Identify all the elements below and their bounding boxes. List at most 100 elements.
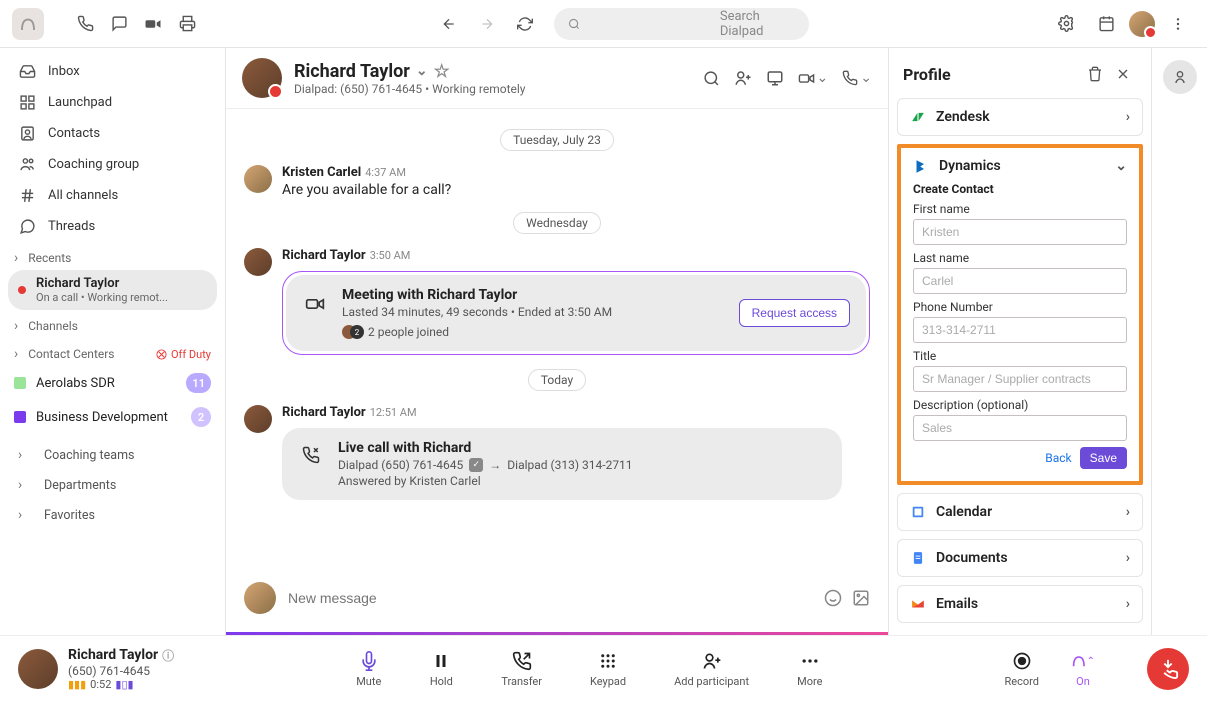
section-channels[interactable]: ›Channels — [8, 310, 217, 338]
more-icon[interactable] — [1161, 7, 1195, 41]
more-button[interactable]: More — [797, 649, 822, 688]
search-icon[interactable] — [703, 70, 720, 87]
search-input[interactable]: Search Dialpad — [554, 8, 810, 40]
user-avatar[interactable] — [1129, 11, 1155, 37]
control-label: Keypad — [590, 675, 626, 688]
back-button[interactable]: Back — [1045, 451, 1071, 465]
record-button[interactable]: Record — [1005, 649, 1039, 688]
channel-bizdev[interactable]: Business Development2 — [8, 400, 217, 434]
phone-input[interactable] — [913, 317, 1127, 343]
integration-zendesk[interactable]: Zendesk› — [897, 98, 1143, 136]
meeting-card: Meeting with Richard Taylor Lasted 34 mi… — [282, 271, 870, 355]
create-contact-label: Create Contact — [913, 182, 1127, 196]
integration-documents[interactable]: Documents› — [897, 539, 1143, 577]
meeting-title: Meeting with Richard Taylor — [342, 287, 725, 303]
date-divider: Wednesday — [513, 212, 601, 234]
sidebar-item-favorites[interactable]: ›Favorites — [8, 500, 217, 530]
add-person-icon[interactable] — [734, 69, 752, 87]
first-name-label: First name — [913, 202, 1127, 216]
mute-button[interactable]: Mute — [356, 649, 381, 688]
video-dropdown[interactable]: ⌄ — [798, 70, 829, 87]
conversation-panel: Richard Taylor⌄☆ Dialpad: (650) 761-4645… — [226, 48, 889, 635]
last-name-input[interactable] — [913, 268, 1127, 294]
screen-share-icon[interactable] — [766, 69, 784, 87]
chevron-right-icon: › — [1126, 504, 1130, 520]
keypad-button[interactable]: Keypad — [590, 649, 626, 688]
back-icon[interactable] — [432, 7, 466, 41]
phone-label: Phone Number — [913, 300, 1127, 314]
desc-input[interactable] — [913, 415, 1127, 441]
call-dropdown[interactable]: ⌄ — [842, 70, 872, 86]
chevron-right-icon: › — [18, 477, 32, 493]
settings-icon[interactable] — [1049, 7, 1083, 41]
print-icon[interactable] — [170, 7, 204, 41]
hangup-button[interactable] — [1147, 648, 1189, 690]
channel-aerolabs[interactable]: Aerolabs SDR11 — [8, 366, 217, 400]
call-from: Dialpad (650) 761-4645 — [338, 458, 463, 472]
transfer-icon — [510, 649, 534, 673]
sidebar-item-threads[interactable]: Threads — [8, 211, 217, 242]
video-icon[interactable] — [136, 7, 170, 41]
message-icon[interactable] — [102, 7, 136, 41]
status-dot-icon — [18, 286, 26, 294]
video-icon — [302, 291, 328, 317]
chevron-right-icon: › — [14, 250, 18, 266]
phone-icon[interactable] — [68, 7, 102, 41]
pause-icon — [429, 649, 453, 673]
dynamics-icon — [913, 158, 929, 174]
refresh-icon[interactable] — [508, 7, 542, 41]
sidebar-item-departments[interactable]: ›Departments — [8, 470, 217, 500]
image-icon[interactable] — [852, 589, 870, 607]
participants-column — [1151, 48, 1207, 635]
last-name-label: Last name — [913, 251, 1127, 265]
section-recents[interactable]: ›Recents — [8, 242, 217, 270]
call-answered: Answered by Kristen Carlel — [338, 474, 633, 488]
topbar: Search Dialpad — [0, 0, 1207, 48]
sidebar-label: Favorites — [44, 508, 95, 523]
profile-panel: Profile Zendesk› Dynamics⌄ Create Contac… — [889, 48, 1151, 635]
transfer-button[interactable]: Transfer — [501, 649, 542, 688]
info-icon[interactable]: ⓘ — [162, 647, 174, 664]
chevron-down-icon[interactable]: ⌄ — [1115, 158, 1127, 174]
forward-icon[interactable] — [470, 7, 504, 41]
first-name-input[interactable] — [913, 219, 1127, 245]
composer-input[interactable] — [288, 590, 812, 606]
composer-avatar — [244, 582, 276, 614]
channel-label: Business Development — [36, 410, 168, 425]
sidebar-item-coaching-teams[interactable]: ›Coaching teams — [8, 440, 217, 470]
control-label: Transfer — [501, 675, 542, 688]
control-label: On — [1076, 675, 1090, 688]
calendar-icon[interactable] — [1089, 7, 1123, 41]
integration-emails[interactable]: Emails› — [897, 585, 1143, 623]
star-icon[interactable]: ☆ — [434, 61, 450, 82]
section-contact-centers[interactable]: ›Contact CentersOff Duty — [8, 338, 217, 366]
sidebar-item-inbox[interactable]: Inbox — [8, 56, 217, 87]
off-duty-label: Off Duty — [156, 348, 211, 361]
title-label: Title — [913, 349, 1127, 363]
request-access-button[interactable]: Request access — [739, 299, 850, 327]
chevron-down-icon[interactable]: ⌄ — [416, 63, 428, 79]
sidebar-item-launchpad[interactable]: Launchpad — [8, 87, 217, 118]
control-label: More — [797, 675, 822, 688]
hash-icon — [18, 187, 36, 204]
add-participant-button[interactable]: Add participant — [674, 649, 749, 688]
recent-contact[interactable]: Richard Taylor On a call • Working remot… — [8, 270, 217, 310]
emoji-icon[interactable] — [824, 589, 842, 607]
participant-icon[interactable] — [1163, 60, 1197, 94]
caller-avatar — [18, 649, 58, 689]
sidebar-item-coaching[interactable]: Coaching group — [8, 149, 217, 180]
call-timer: 0:52 — [90, 678, 111, 691]
title-input[interactable] — [913, 366, 1127, 392]
message-author: Richard Taylor — [282, 405, 366, 420]
section-label: Contact Centers — [28, 347, 114, 361]
integration-calendar[interactable]: Calendar› — [897, 493, 1143, 531]
hold-button[interactable]: Hold — [429, 649, 453, 688]
save-button[interactable]: Save — [1080, 447, 1127, 469]
ai-on-button[interactable]: ⌃On — [1071, 649, 1095, 688]
sidebar-item-contacts[interactable]: Contacts — [8, 118, 217, 149]
sidebar-item-allchannels[interactable]: All channels — [8, 180, 217, 211]
sidebar-label: Launchpad — [48, 95, 112, 110]
delete-icon[interactable] — [1081, 60, 1109, 88]
close-icon[interactable] — [1109, 60, 1137, 88]
integration-label: Documents — [936, 550, 1008, 566]
